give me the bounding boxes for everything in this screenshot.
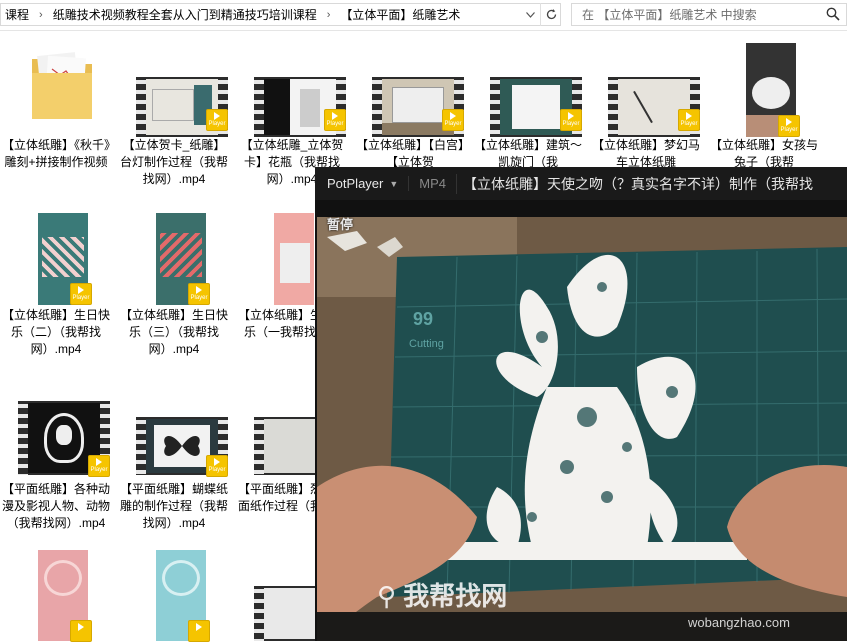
file-name: 【立体纸雕】《秋千》雕刻+拼接制作视频 (1, 138, 110, 169)
svg-text:Cutting: Cutting (409, 338, 444, 350)
breadcrumb-separator-icon[interactable]: › (321, 9, 337, 21)
chevron-down-icon (525, 11, 535, 18)
breadcrumb-separator-icon[interactable]: › (33, 9, 49, 21)
video-title: 【立体纸雕】天使之吻（？真实名字不详）制作（我帮找 (456, 173, 813, 194)
format-label: MP4 (408, 176, 456, 191)
player-badge-icon (70, 620, 92, 642)
file-name: 【立体纸雕】梦幻马车立体纸雕 (591, 138, 700, 169)
file-name: 【立体纸雕】生日快乐（二）（我帮找网）.mp4 (1, 308, 110, 356)
player-badge-icon: Player (560, 109, 582, 131)
search-placeholder: 在 【立体平面】纸雕艺术 中搜索 (582, 8, 757, 22)
potplayer-window[interactable]: PotPlayer ▼ MP4 【立体纸雕】天使之吻（？真实名字不详）制作（我帮… (315, 167, 847, 641)
player-badge-icon: Player (442, 109, 464, 131)
watermark-logo: ⚲ 我帮找网 (377, 576, 507, 613)
player-badge-icon: Player (206, 455, 228, 477)
breadcrumb-item-course[interactable]: 纸雕技术视频教程全套从入门到精通技巧培训课程 (49, 6, 321, 23)
player-badge-icon: Player (70, 283, 92, 305)
history-dropdown-button[interactable] (520, 3, 540, 26)
file-name: 【立体贺卡_纸雕】台灯制作过程（我帮找网）.mp4 (119, 138, 228, 186)
refresh-icon (546, 9, 556, 20)
svg-text:99: 99 (413, 309, 433, 329)
breadcrumb[interactable]: 课程 › 纸雕技术视频教程全套从入门到精通技巧培训课程 › 【立体平面】纸雕艺术 (0, 3, 561, 26)
chevron-down-icon[interactable]: ▼ (389, 179, 408, 189)
player-badge-icon (188, 620, 210, 642)
search-icon[interactable] (826, 7, 840, 21)
watermark-brand: 我帮找网 (403, 581, 508, 611)
address-bar: 课程 › 纸雕技术视频教程全套从入门到精通技巧培训课程 › 【立体平面】纸雕艺术… (0, 0, 847, 31)
player-badge-icon: Player (206, 109, 228, 131)
refresh-button[interactable] (540, 3, 561, 26)
file-name: 【平面纸雕】各种动漫及影视人物、动物（我帮找网）.mp4 (1, 482, 110, 530)
file-name: 【立体纸雕】生日快乐（三）（我帮找网）.mp4 (119, 308, 228, 356)
potplayer-menu-button[interactable]: PotPlayer (315, 176, 389, 191)
player-badge-icon: Player (778, 115, 800, 137)
breadcrumb-item-root[interactable]: 课程 (1, 6, 33, 23)
search-input[interactable]: 在 【立体平面】纸雕艺术 中搜索 (571, 3, 847, 26)
video-thumbnail (274, 213, 314, 305)
watermark-url: wobangzhao.com (688, 615, 790, 630)
file-name: 【立体纸雕】建筑～凯旋门（我 (473, 138, 582, 169)
player-badge-icon: Player (188, 283, 210, 305)
breadcrumb-item-current[interactable]: 【立体平面】纸雕艺术 (336, 6, 464, 23)
folder-icon (32, 52, 92, 119)
potplayer-titlebar[interactable]: PotPlayer ▼ MP4 【立体纸雕】天使之吻（？真实名字不详）制作（我帮… (315, 167, 847, 200)
watermark-search-icon: ⚲ (377, 581, 397, 611)
player-badge-icon: Player (88, 455, 110, 477)
file-name: 【立体纸雕】【白宫】【立体贺 (355, 138, 464, 169)
player-badge-icon: Player (678, 109, 700, 131)
playback-status: 暂停 (327, 217, 354, 232)
player-badge-icon: Player (324, 109, 346, 131)
file-name: 【立体纸雕】女孩与兔子（我帮 (709, 138, 818, 169)
file-name: 【平面纸雕】蝴蝶纸雕的制作过程（我帮找网）.mp4 (119, 482, 228, 530)
